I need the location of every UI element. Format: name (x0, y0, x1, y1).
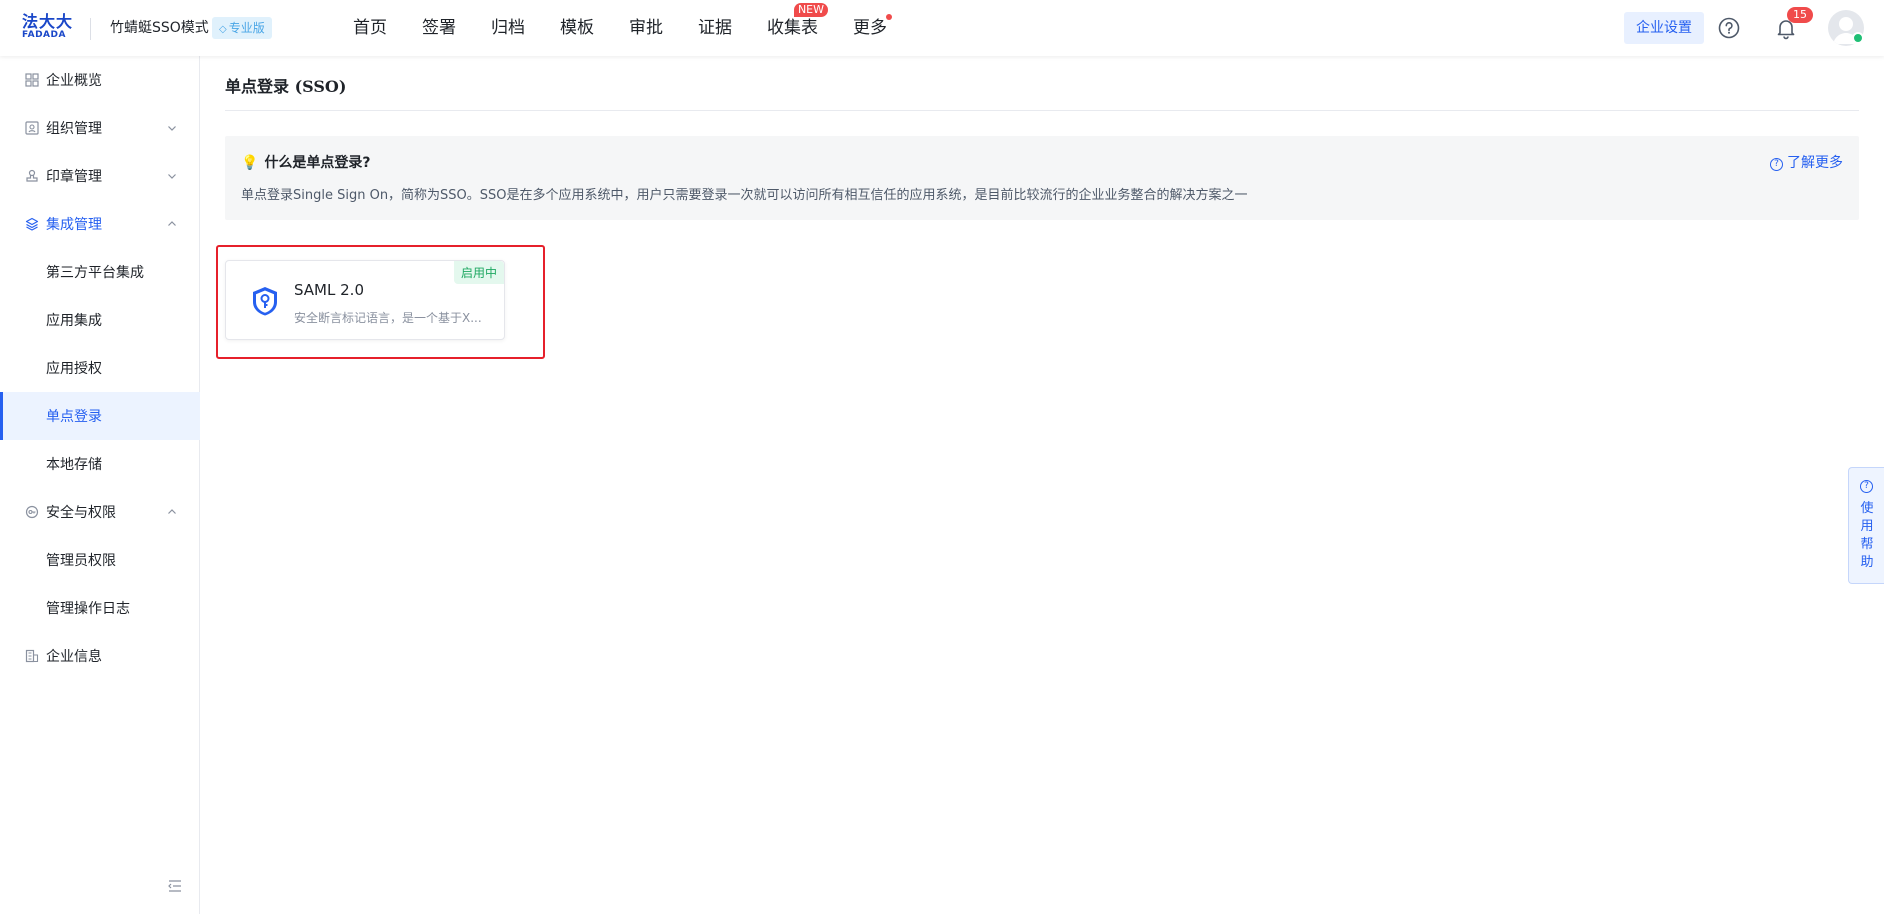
fadada-logo[interactable]: 法大大 FADADA (22, 13, 74, 43)
edition-badge: ◇ 专业版 (212, 17, 272, 39)
question-circle-icon: ? (1860, 480, 1873, 493)
sidebar-item-label: 安全与权限 (46, 505, 116, 521)
chevron-up-icon (168, 509, 176, 514)
info-description: 单点登录Single Sign On，简称为SSO。SSO是在多个应用系统中，用… (241, 188, 1248, 203)
sidebar-item-single-sign-on[interactable]: 单点登录 (0, 392, 200, 440)
sidebar-item-label: 管理员权限 (46, 553, 116, 569)
logo-main-text: 法大大 (22, 12, 74, 31)
main-nav: 首页 签署 归档 模板 审批 证据 收集表 NEW 更多 (353, 0, 922, 56)
sso-info-box: 💡 什么是单点登录? 单点登录Single Sign On，简称为SSO。SSO是… (225, 136, 1859, 220)
red-dot-indicator (886, 14, 892, 20)
sidebar-item-app-authorization[interactable]: 应用授权 (0, 344, 200, 392)
nav-label: 首页 (353, 18, 387, 38)
question-circle-icon: ? (1770, 158, 1783, 171)
sidebar-item-label: 企业概览 (46, 73, 102, 89)
collapse-sidebar-icon[interactable] (168, 880, 182, 892)
sidebar-item-label: 组织管理 (46, 121, 102, 137)
card-description: 安全断言标记语言，是一个基于X... (294, 311, 482, 325)
title-divider (225, 110, 1859, 111)
sidebar-item-label: 管理操作日志 (46, 601, 130, 617)
sidebar-item-local-storage[interactable]: 本地存储 (0, 440, 200, 488)
notification-count-badge: 15 (1787, 7, 1813, 23)
sidebar-item-enterprise-info[interactable]: 企业信息 (0, 632, 200, 680)
sidebar-item-third-party-integration[interactable]: 第三方平台集成 (0, 248, 200, 296)
info-title: 💡 什么是单点登录? (241, 152, 371, 172)
nav-label: 审批 (629, 18, 663, 38)
nav-label: 证据 (698, 18, 732, 38)
nav-label: 模板 (560, 18, 594, 38)
nav-template[interactable]: 模板 (560, 0, 594, 56)
verified-check-icon (1852, 32, 1864, 44)
lightbulb-icon: 💡 (241, 155, 259, 171)
nav-archive[interactable]: 归档 (491, 0, 525, 56)
building-icon (25, 649, 39, 663)
sidebar-item-enterprise-overview[interactable]: 企业概览 (0, 56, 200, 104)
nav-label: 归档 (491, 18, 525, 38)
learn-more-label: 了解更多 (1787, 155, 1843, 171)
sidebar-item-label: 企业信息 (46, 649, 102, 665)
org-icon (25, 121, 39, 135)
dashboard-icon (25, 73, 39, 87)
info-title-text: 什么是单点登录? (264, 155, 371, 171)
diamond-icon: ◇ (219, 24, 227, 35)
nav-sign[interactable]: 签署 (422, 0, 456, 56)
card-title: SAML 2.0 (294, 281, 364, 299)
learn-more-link[interactable]: ? 了解更多 (1770, 152, 1843, 172)
layers-icon (25, 217, 39, 231)
sidebar-item-app-integration[interactable]: 应用集成 (0, 296, 200, 344)
nav-collection-form[interactable]: 收集表 NEW (767, 0, 828, 56)
key-icon (25, 505, 39, 519)
status-badge: 启用中 (453, 261, 504, 284)
shield-key-icon (253, 287, 277, 316)
new-badge: NEW (793, 3, 828, 17)
chevron-down-icon (168, 126, 176, 131)
nav-home[interactable]: 首页 (353, 0, 387, 56)
chevron-up-icon (168, 221, 176, 226)
sidebar-item-admin-operation-log[interactable]: 管理操作日志 (0, 584, 200, 632)
sidebar-item-security-permissions[interactable]: 安全与权限 (0, 488, 200, 536)
sidebar-item-label: 本地存储 (46, 457, 102, 473)
sidebar-item-label: 应用集成 (46, 313, 102, 329)
help-tab[interactable]: ? 使用帮助 (1848, 467, 1884, 584)
sidebar-item-integration-management[interactable]: 集成管理 (0, 200, 200, 248)
sidebar-item-admin-permissions[interactable]: 管理员权限 (0, 536, 200, 584)
help-icon[interactable] (1718, 17, 1740, 39)
sidebar-item-label: 单点登录 (46, 409, 102, 425)
sidebar-item-label: 集成管理 (46, 217, 102, 233)
page-title: 单点登录 (SSO) (225, 77, 347, 96)
company-name[interactable]: 竹蜻蜓SSO模式 (110, 18, 209, 38)
nav-label: 更多 (853, 18, 887, 38)
nav-more[interactable]: 更多 (853, 0, 892, 56)
edition-label: 专业版 (228, 21, 265, 35)
sidebar-item-label: 印章管理 (46, 169, 102, 185)
seal-icon (26, 169, 38, 182)
nav-evidence[interactable]: 证据 (698, 0, 732, 56)
sidebar-item-label: 第三方平台集成 (46, 265, 144, 281)
sidebar-item-seal-management[interactable]: 印章管理 (0, 152, 200, 200)
header-divider (90, 18, 91, 40)
chevron-down-icon (168, 174, 176, 179)
nav-approval[interactable]: 审批 (629, 0, 663, 56)
sidebar: 企业概览 组织管理 印章管理 集成管理 第三方平台集成 应用集成 应用授权 单点… (0, 56, 200, 914)
top-header: 法大大 FADADA 竹蜻蜓SSO模式 ◇ 专业版 首页 签署 归档 模板 审批 … (0, 0, 1884, 56)
sidebar-item-org-management[interactable]: 组织管理 (0, 104, 200, 152)
enterprise-settings-button[interactable]: 企业设置 (1624, 12, 1704, 44)
saml-card[interactable]: SAML 2.0 安全断言标记语言，是一个基于X... 启用中 (225, 260, 505, 340)
nav-label: 签署 (422, 18, 456, 38)
help-tab-label: 使用帮助 (1860, 501, 1874, 570)
nav-label: 收集表 (767, 18, 818, 38)
logo-sub-text: FADADA (22, 30, 66, 40)
sidebar-item-label: 应用授权 (46, 361, 102, 377)
